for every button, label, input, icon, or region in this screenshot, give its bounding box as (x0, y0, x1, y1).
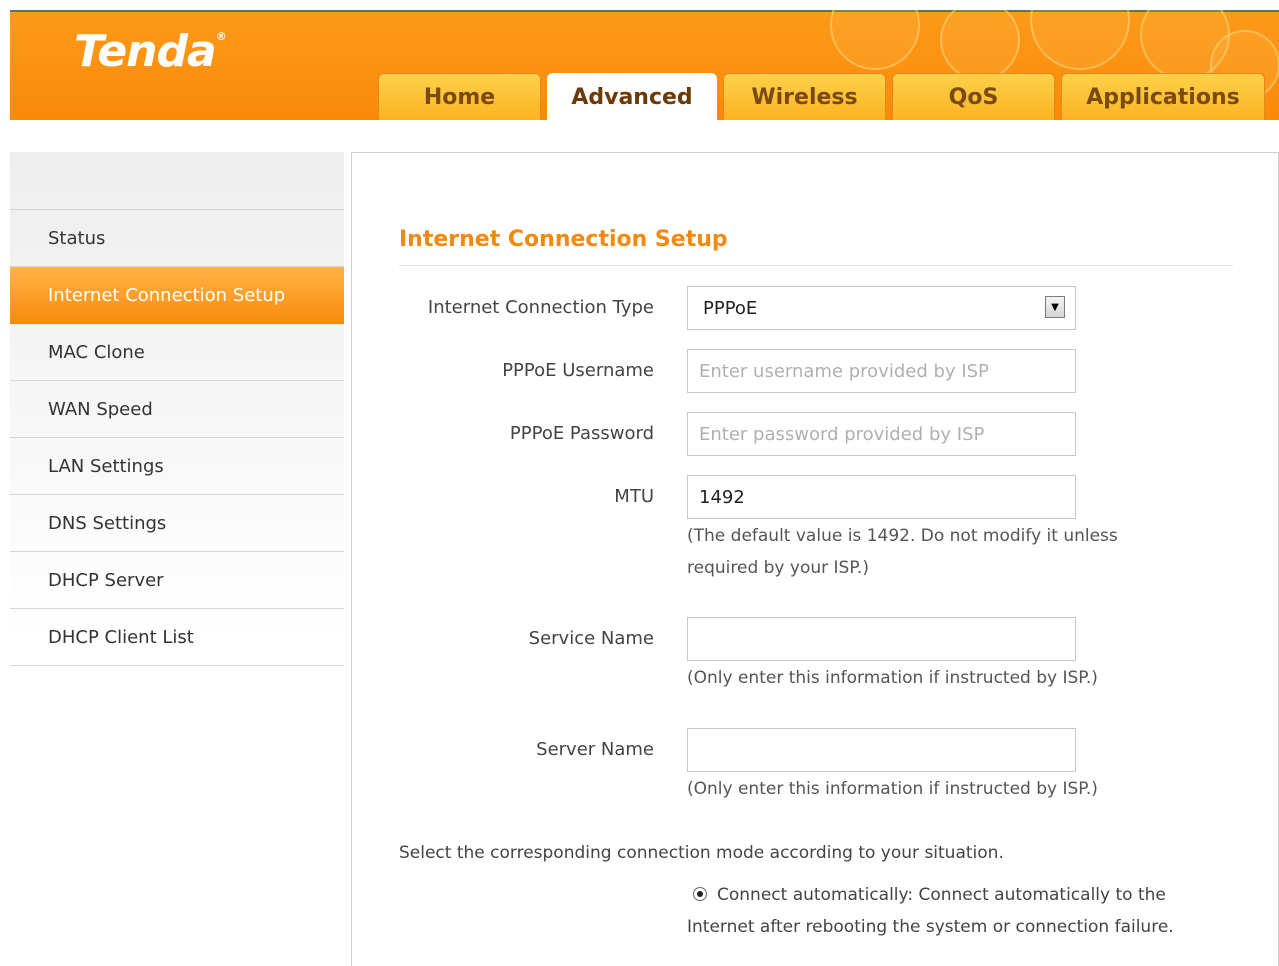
tab-home[interactable]: Home (378, 73, 541, 120)
sidebar-item-internet-connection-setup[interactable]: Internet Connection Setup (10, 267, 344, 324)
connect-automatically-option: Connect automatically: Connect automatic… (687, 879, 1227, 943)
chevron-down-icon[interactable]: ▼ (1045, 296, 1065, 318)
mtu-hint: (The default value is 1492. Do not modif… (687, 526, 1118, 578)
tab-wireless[interactable]: Wireless (723, 73, 886, 120)
decor-bubble (830, 10, 920, 70)
tab-qos[interactable]: QoS (892, 73, 1055, 120)
title-divider (399, 265, 1233, 266)
connection-type-select[interactable]: PPPoE ▼ (687, 286, 1076, 330)
sidebar-item-dhcp-server[interactable]: DHCP Server (10, 552, 344, 609)
sidebar-item-dhcp-client-list[interactable]: DHCP Client List (10, 609, 344, 666)
sidebar-item-wan-speed[interactable]: WAN Speed (10, 381, 344, 438)
sidebar-item-lan-settings[interactable]: LAN Settings (10, 438, 344, 495)
sidebar-item-mac-clone[interactable]: MAC Clone (10, 324, 344, 381)
server-name-input[interactable] (687, 728, 1076, 772)
pppoe-username-label: PPPoE Username (502, 360, 654, 381)
connection-type-label: Internet Connection Type (427, 297, 654, 318)
tab-advanced[interactable]: Advanced (547, 73, 717, 120)
sidebar: Status Internet Connection Setup MAC Clo… (10, 152, 344, 966)
service-name-input[interactable] (687, 617, 1076, 661)
server-name-hint: (Only enter this information if instruct… (687, 779, 1098, 799)
connect-automatically-radio[interactable] (693, 887, 707, 901)
service-name-label: Service Name (528, 628, 654, 649)
pppoe-password-label: PPPoE Password (509, 423, 654, 444)
decor-bubble (940, 10, 1020, 80)
header-banner: Tenda® Home Advanced Wireless QoS Applic… (10, 10, 1279, 120)
tab-applications[interactable]: Applications (1061, 73, 1265, 120)
server-name-label: Server Name (536, 739, 654, 760)
sidebar-item-dns-settings[interactable]: DNS Settings (10, 495, 344, 552)
main-panel: Internet Connection Setup Internet Conne… (351, 152, 1279, 966)
pppoe-password-input[interactable] (687, 412, 1076, 456)
connection-type-value: PPPoE (703, 297, 758, 319)
decor-bubble (1030, 10, 1130, 70)
connect-automatically-label: Connect automatically: Connect automatic… (687, 885, 1174, 937)
mtu-label: MTU (614, 486, 654, 507)
tenda-logo: Tenda® (74, 26, 227, 77)
service-name-hint: (Only enter this information if instruct… (687, 668, 1098, 688)
pppoe-username-input[interactable] (687, 349, 1076, 393)
sidebar-item-status[interactable]: Status (10, 210, 344, 267)
mtu-input[interactable] (687, 475, 1076, 519)
sidebar-header-space (10, 152, 344, 210)
page-title: Internet Connection Setup (399, 227, 728, 252)
connection-mode-intro: Select the corresponding connection mode… (399, 843, 1004, 863)
main-tabs: Home Advanced Wireless QoS Applications (378, 73, 1271, 120)
